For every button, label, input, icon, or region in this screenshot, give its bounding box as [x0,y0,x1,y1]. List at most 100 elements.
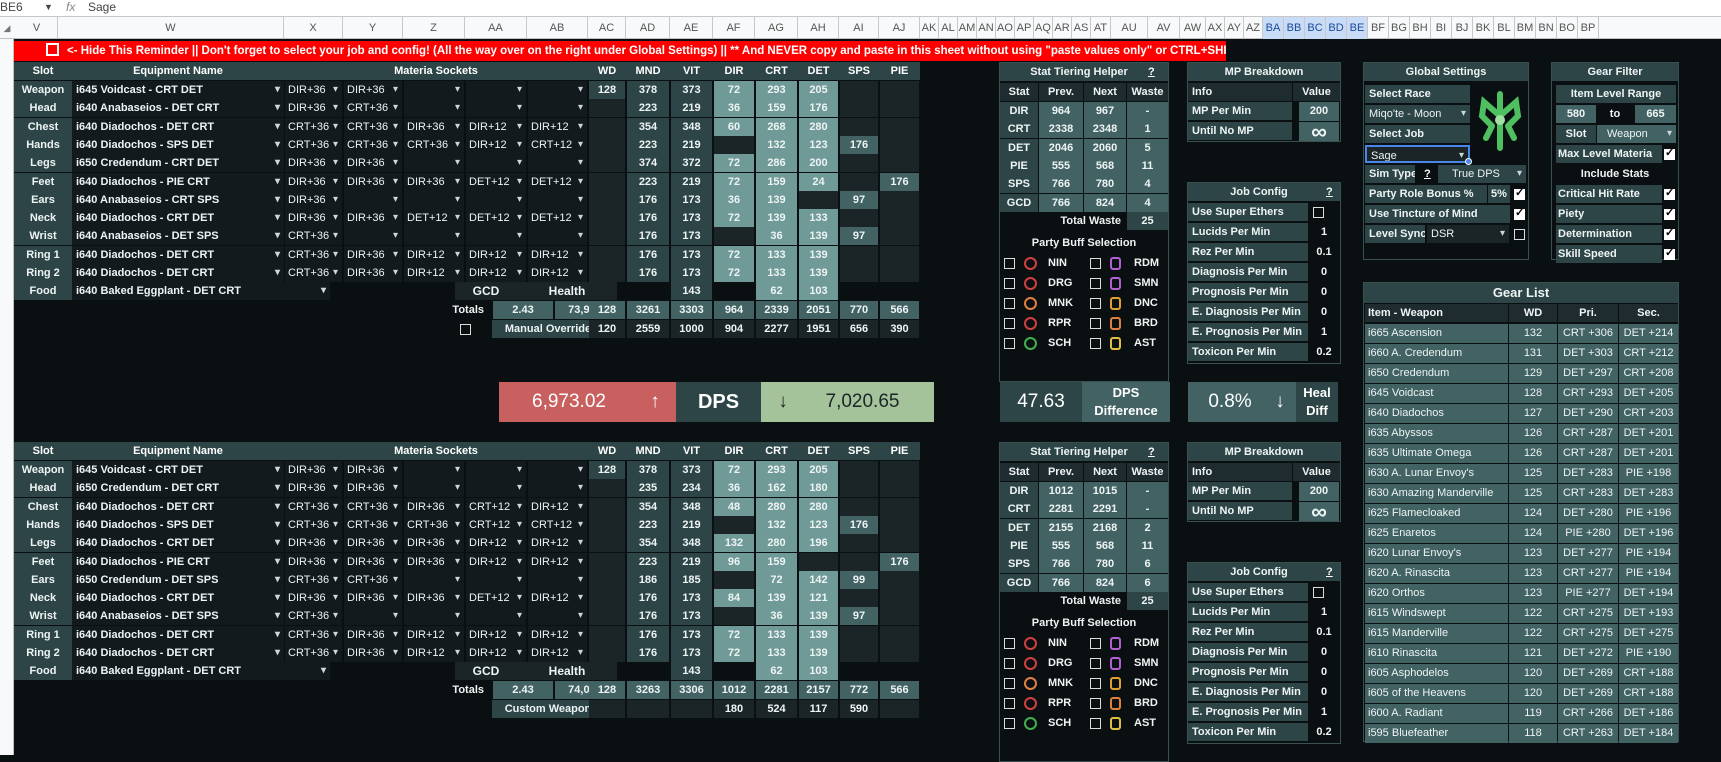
override-value[interactable]: 1000 [671,319,712,338]
hide-reminder-checkbox[interactable] [46,43,59,56]
column-header-ag[interactable]: AG [755,17,798,39]
override-value[interactable]: 590 [840,699,878,718]
gear-list-item[interactable]: i650 Credendum [1365,364,1508,383]
materia-select[interactable] [528,227,587,246]
materia-select[interactable]: DIR+36 [404,534,464,553]
materia-select[interactable]: CRT+36 [344,570,402,589]
materia-select[interactable] [466,190,526,209]
equipment-select[interactable]: i640 Diadochos - CRT DET [72,589,284,608]
override-value[interactable]: 524 [756,699,797,718]
materia-select[interactable]: DET+12 [528,209,587,228]
materia-select[interactable]: DIR+12 [466,117,526,136]
materia-select[interactable]: DIR+36 [285,589,342,608]
materia-select[interactable]: DIR+36 [344,264,402,282]
column-header-bl[interactable]: BL [1494,17,1515,39]
gear-list-item[interactable]: i635 Ultimate Omega [1365,444,1508,463]
materia-select[interactable]: DIR+12 [528,264,587,282]
job-config-value[interactable]: 0 [1308,643,1340,661]
materia-select[interactable]: CRT+36 [285,625,342,644]
gear-list-item[interactable]: i660 A. Credendum [1365,344,1508,363]
job-config-value[interactable]: 0.2 [1308,723,1340,741]
column-header-ae[interactable]: AE [670,17,713,39]
help-icon[interactable]: ? [1148,63,1164,81]
override-value[interactable]: 390 [880,319,919,338]
column-header-bp[interactable]: BP [1578,17,1599,39]
override-value[interactable] [880,699,919,718]
job-config-value[interactable]: 1 [1308,603,1340,621]
materia-select[interactable]: DIR+36 [285,209,342,228]
buff-checkbox-smn[interactable] [1090,657,1101,669]
job-config-value[interactable]: 0 [1308,283,1340,301]
column-header-ah[interactable]: AH [798,17,839,39]
materia-select[interactable]: DIR+12 [528,534,587,553]
column-header-bg[interactable]: BG [1389,17,1410,39]
equipment-select[interactable]: i640 Diadochos - CRT DET [72,209,284,228]
column-header-bj[interactable]: BJ [1452,17,1473,39]
materia-select[interactable]: CRT+36 [404,135,464,154]
column-header-ap[interactable]: AP [1015,17,1034,39]
food-select[interactable]: i640 Baked Eggplant - DET CRT [72,662,330,681]
select-all-corner[interactable]: ◢ [0,17,14,39]
materia-select[interactable] [528,190,587,209]
materia-select[interactable]: CRT+36 [404,515,464,534]
materia-select[interactable]: DIR+36 [285,172,342,191]
override-value[interactable] [627,699,669,718]
column-header-bf[interactable]: BF [1368,17,1389,39]
materia-select[interactable]: DET+12 [466,209,526,228]
column-header-ar[interactable]: AR [1053,17,1072,39]
materia-select[interactable]: DIR+12 [404,644,464,662]
buff-checkbox-ast[interactable] [1090,337,1101,349]
max-level-materia-checkbox[interactable] [1664,146,1675,160]
cell-selection-handle[interactable] [1465,158,1472,165]
override-value[interactable]: 1951 [799,319,838,338]
materia-select[interactable]: CRT+12 [528,515,587,534]
materia-select[interactable]: DIR+36 [285,461,342,479]
column-header-x[interactable]: X [284,17,343,39]
gear-list-item[interactable]: i620 Orthos [1365,584,1508,603]
override-value[interactable]: 120 [589,319,625,338]
buff-checkbox-rdm[interactable] [1090,637,1101,649]
job-config-value[interactable]: 0.1 [1308,243,1340,261]
help-icon[interactable]: ? [1326,183,1340,201]
materia-select[interactable]: DIR+36 [344,625,402,644]
materia-select[interactable]: DIR+12 [404,245,464,264]
materia-select[interactable] [344,190,402,209]
materia-select[interactable] [528,99,587,118]
materia-select[interactable]: DIR+36 [404,552,464,571]
materia-select[interactable]: DIR+36 [285,552,342,571]
materia-select[interactable]: DIR+36 [404,589,464,608]
column-header-au[interactable]: AU [1111,17,1148,39]
materia-select[interactable]: DIR+12 [404,264,464,282]
materia-select[interactable]: CRT+36 [285,515,342,534]
override-value[interactable] [589,699,625,718]
equipment-select[interactable]: i650 Credendum - DET SPS [72,570,284,589]
materia-select[interactable]: CRT+36 [344,515,402,534]
equipment-select[interactable]: i640 Diadochos - CRT DET [72,534,284,553]
materia-select[interactable] [528,570,587,589]
buff-checkbox-dnc[interactable] [1090,677,1101,689]
party-role-bonus-value[interactable]: 5% [1488,185,1510,203]
materia-select[interactable]: DET+12 [528,172,587,191]
materia-select[interactable]: DIR+36 [344,534,402,553]
materia-select[interactable] [528,81,587,99]
materia-select[interactable]: CRT+36 [344,99,402,118]
buff-checkbox-rpr[interactable] [1004,317,1015,329]
job-config-value[interactable]: 0 [1308,683,1340,701]
materia-select[interactable]: DIR+36 [344,589,402,608]
equipment-select[interactable]: i640 Diadochos - PIE CRT [72,172,284,191]
column-header-ak[interactable]: AK [920,17,939,39]
materia-select[interactable]: DIR+36 [344,245,402,264]
materia-select[interactable]: DIR+36 [404,497,464,516]
materia-select[interactable]: CRT+36 [285,245,342,264]
column-header-at[interactable]: AT [1091,17,1111,39]
gear-list-item[interactable]: i630 A. Lunar Envoy's [1365,464,1508,483]
materia-select[interactable]: CRT+12 [466,515,526,534]
materia-select[interactable] [466,570,526,589]
column-header-z[interactable]: Z [403,17,465,39]
race-select[interactable]: Miqo'te - Moon [1365,105,1470,123]
override-value[interactable] [671,699,712,718]
materia-select[interactable]: CRT+36 [285,644,342,662]
equipment-select[interactable]: i640 Diadochos - DET CRT [72,245,284,264]
buff-checkbox-drg[interactable] [1004,277,1015,289]
column-header-ab[interactable]: AB [527,17,588,39]
